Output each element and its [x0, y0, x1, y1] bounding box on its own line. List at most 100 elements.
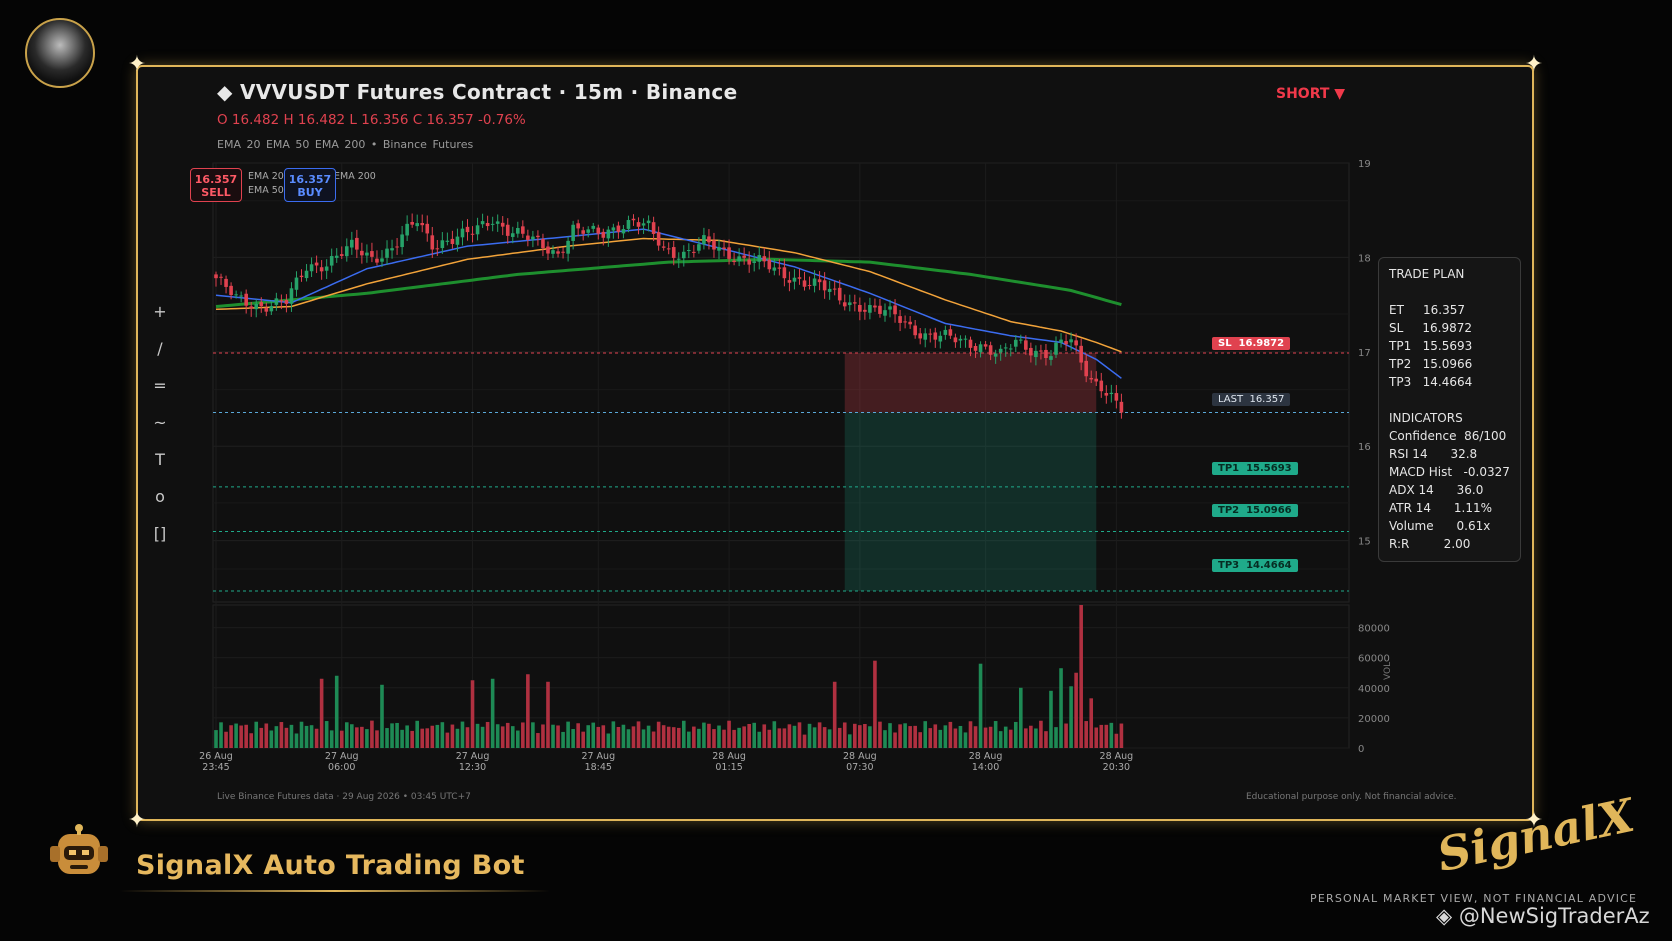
- candle-body: [380, 258, 384, 262]
- time-tick-label: 14:00: [972, 762, 999, 773]
- volume-bar: [435, 724, 440, 748]
- volume-bar: [350, 724, 354, 748]
- volume-bar: [853, 723, 857, 748]
- candle-body: [1119, 401, 1124, 413]
- volume-bar: [531, 722, 535, 748]
- indicator-volume: Volume 0.61x: [1389, 519, 1491, 533]
- candle-body: [360, 250, 364, 256]
- volume-bar: [1003, 726, 1008, 748]
- candle-body: [641, 223, 646, 226]
- volume-tick-label: 40000: [1358, 684, 1390, 695]
- volume-bar: [812, 727, 817, 748]
- candle-body: [847, 302, 852, 306]
- candle-body: [516, 228, 520, 234]
- candle-body: [1003, 347, 1008, 349]
- brush-tool[interactable]: ~: [152, 413, 168, 450]
- candle-body: [807, 284, 812, 286]
- candle-body: [993, 353, 998, 357]
- direction-dropdown[interactable]: SHORT ▼: [1276, 86, 1345, 102]
- rectangle-tool[interactable]: []: [152, 524, 168, 561]
- tp2-tag: TP2 15.0966: [1212, 504, 1298, 517]
- candle-body: [390, 248, 394, 251]
- candle-body: [591, 225, 596, 229]
- candle-body: [787, 280, 792, 283]
- volume-bar: [390, 723, 394, 748]
- volume-bar: [460, 721, 465, 748]
- candle-body: [923, 333, 928, 340]
- candle-body: [1019, 339, 1023, 341]
- candle-body: [415, 223, 419, 227]
- volume-bar: [1044, 731, 1048, 748]
- volume-bar: [380, 684, 384, 748]
- volume-bar: [490, 678, 495, 748]
- time-tick-label: 27 Aug: [325, 751, 359, 762]
- volume-axis-label: VOL: [1383, 662, 1393, 680]
- volume-bar: [269, 730, 274, 748]
- volume-bar: [676, 727, 681, 748]
- volume-bar: [893, 732, 897, 748]
- candle-body: [435, 248, 440, 250]
- volume-bar: [244, 724, 248, 748]
- crosshair-tool[interactable]: +: [152, 302, 168, 339]
- volume-bar: [415, 720, 419, 748]
- volume-bar: [918, 732, 922, 748]
- candle-body: [536, 235, 540, 238]
- volume-bar: [878, 721, 882, 748]
- gold-underline: [120, 890, 550, 892]
- candle-body: [410, 221, 414, 225]
- volume-bar: [948, 721, 953, 748]
- candle-body: [727, 247, 731, 259]
- volume-bar: [274, 726, 279, 748]
- sell-button[interactable]: 16.357 SELL: [190, 168, 242, 202]
- volume-bar: [259, 727, 264, 748]
- volume-bar: [566, 721, 570, 748]
- circle-tool[interactable]: o: [152, 487, 168, 524]
- candle-body: [656, 232, 661, 246]
- candle-body: [1074, 340, 1078, 346]
- ohlc-readout: O 16.482 H 16.482 L 16.356 C 16.357 -0.7…: [217, 112, 526, 128]
- candle-body: [837, 287, 842, 301]
- volume-bar: [1109, 722, 1114, 748]
- candle-body: [561, 251, 565, 253]
- candle-body: [933, 332, 938, 340]
- volume-bar: [1039, 720, 1043, 748]
- time-tick-label: 28 Aug: [1100, 751, 1134, 762]
- volume-bar: [1054, 727, 1058, 748]
- time-tick-label: 01:15: [715, 762, 742, 773]
- candle-body: [948, 329, 953, 336]
- candle-body: [681, 251, 686, 259]
- trendline-tool[interactable]: /: [152, 339, 168, 376]
- candle-body: [1099, 380, 1104, 392]
- candle-body: [299, 275, 304, 278]
- volume-bar: [314, 728, 319, 748]
- volume-bar: [777, 728, 782, 748]
- text-tool[interactable]: T: [152, 450, 168, 487]
- volume-bar: [1079, 605, 1083, 748]
- volume-bar: [732, 729, 736, 748]
- volume-bar: [395, 722, 399, 748]
- candle-body: [988, 345, 993, 355]
- volume-bar: [737, 727, 741, 748]
- candle-body: [777, 267, 782, 269]
- candle-body: [274, 298, 279, 305]
- plan-tp1: TP1 15.5693: [1389, 339, 1473, 353]
- parallel-lines-tool[interactable]: =: [152, 376, 168, 413]
- candle-body: [737, 256, 741, 262]
- volume-bar: [742, 726, 746, 748]
- volume-bar: [561, 731, 565, 748]
- time-tick-label: 28 Aug: [969, 751, 1003, 762]
- volume-bar: [214, 730, 218, 748]
- volume-bar: [234, 723, 238, 748]
- candle-body: [918, 333, 922, 339]
- buy-button[interactable]: 16.357 BUY: [284, 168, 336, 202]
- candle-body: [702, 235, 706, 245]
- indicator-atr: ATR 14 1.11%: [1389, 501, 1493, 515]
- ema-list: EMA 20 EMA 50 EMA 200 • Binance Futures: [217, 138, 474, 151]
- candle-body: [671, 247, 676, 258]
- candle-body: [878, 305, 882, 314]
- sell-price: 16.357: [194, 173, 238, 186]
- volume-bar: [601, 725, 606, 748]
- volume-bar: [425, 728, 430, 748]
- volume-bar: [687, 731, 691, 748]
- chart-title: ◆ VVVUSDT Futures Contract · 15m · Binan…: [217, 80, 738, 104]
